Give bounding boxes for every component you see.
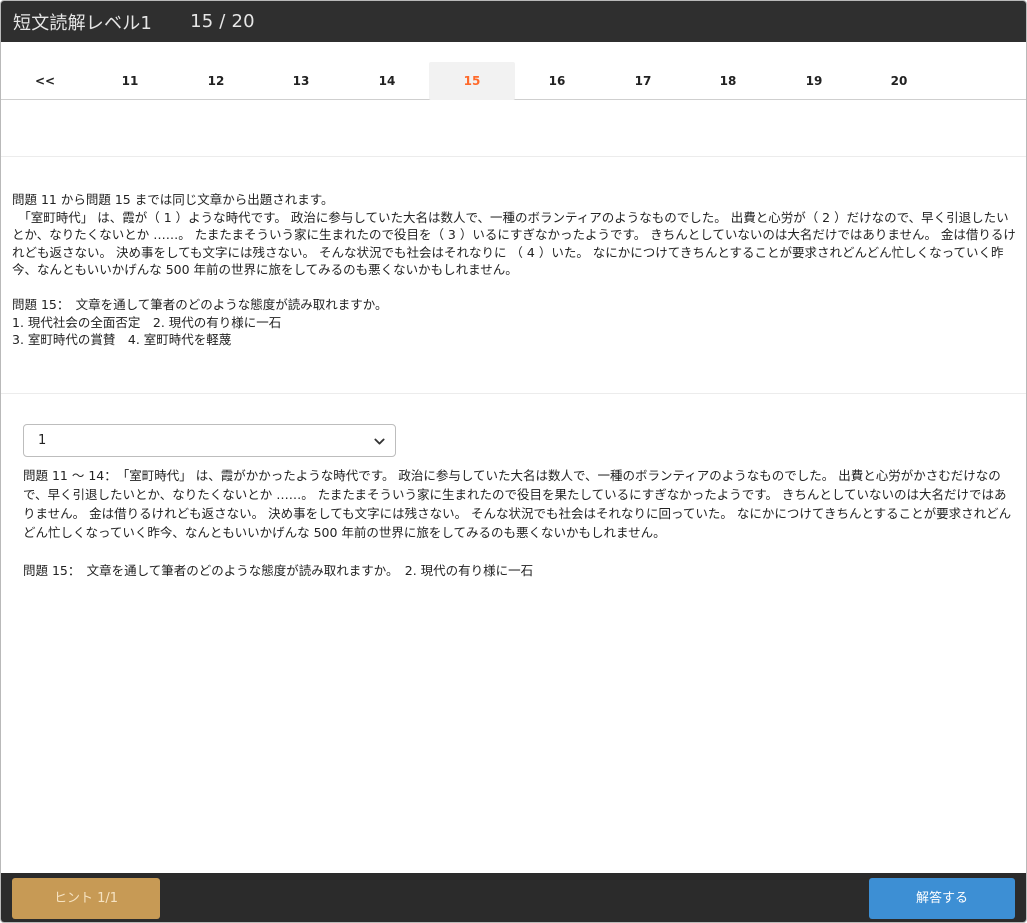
footer-bar: ヒント 1/1 解答する	[1, 873, 1026, 922]
app-window: 短文読解レベル1 15 / 20 << 11 12 13 14 15 16 17…	[0, 0, 1027, 923]
question-options-line-1: 1. 現代社会の全面否定 2. 現代の有り様に一石	[12, 314, 282, 330]
pager-item-11[interactable]: 11	[87, 62, 173, 100]
pager-item-17[interactable]: 17	[600, 62, 686, 100]
question-options-line-2: 3. 室町時代の賞賛 4. 室町時代を軽蔑	[12, 332, 232, 347]
pager-item-14[interactable]: 14	[344, 62, 430, 100]
question-pager: << 11 12 13 14 15 16 17 18 19 20	[1, 42, 1026, 100]
explanation-panel: 問題 11 ～ 14： 「室町時代」 は、霞がかかったような時代です。 政治に参…	[23, 466, 1013, 580]
divider	[1, 156, 1026, 157]
pager-item-12[interactable]: 12	[173, 62, 259, 100]
submit-answer-button[interactable]: 解答する	[869, 878, 1015, 919]
pager-item-13[interactable]: 13	[258, 62, 344, 100]
page-title: 短文読解レベル1	[13, 12, 153, 34]
divider	[1, 393, 1026, 394]
answer-select[interactable]: 1	[23, 424, 396, 457]
title-bar: 短文読解レベル1 15 / 20	[1, 1, 1026, 42]
question-intro: 問題 11 から問題 15 までは同じ文章から出題されます。	[12, 192, 334, 207]
question-passage: 「室町時代」 は、霞が（ 1 ）ような時代です。 政治に参与していた大名は数人で…	[12, 209, 1016, 278]
pager-item-16[interactable]: 16	[514, 62, 600, 100]
pager-first[interactable]: <<	[2, 62, 88, 100]
progress-counter: 15 / 20	[190, 11, 255, 32]
pager-item-15[interactable]: 15	[429, 62, 515, 100]
pager-item-19[interactable]: 19	[771, 62, 857, 100]
question-panel: 問題 11 から問題 15 までは同じ文章から出題されます。 「室町時代」 は、…	[12, 191, 1018, 349]
chevron-down-icon	[374, 438, 385, 445]
answer-select-value: 1	[38, 433, 47, 448]
hint-button[interactable]: ヒント 1/1	[12, 878, 160, 919]
pager-item-20[interactable]: 20	[856, 62, 942, 100]
explanation-answer: 問題 15： 文章を通して筆者のどのような態度が読み取れますか。 2. 現代の有…	[23, 563, 534, 578]
explanation-passage: 問題 11 ～ 14： 「室町時代」 は、霞がかかったような時代です。 政治に参…	[23, 468, 1012, 540]
question-prompt: 問題 15： 文章を通して筆者のどのような態度が読み取れますか。	[12, 297, 388, 312]
pager-item-18[interactable]: 18	[685, 62, 771, 100]
